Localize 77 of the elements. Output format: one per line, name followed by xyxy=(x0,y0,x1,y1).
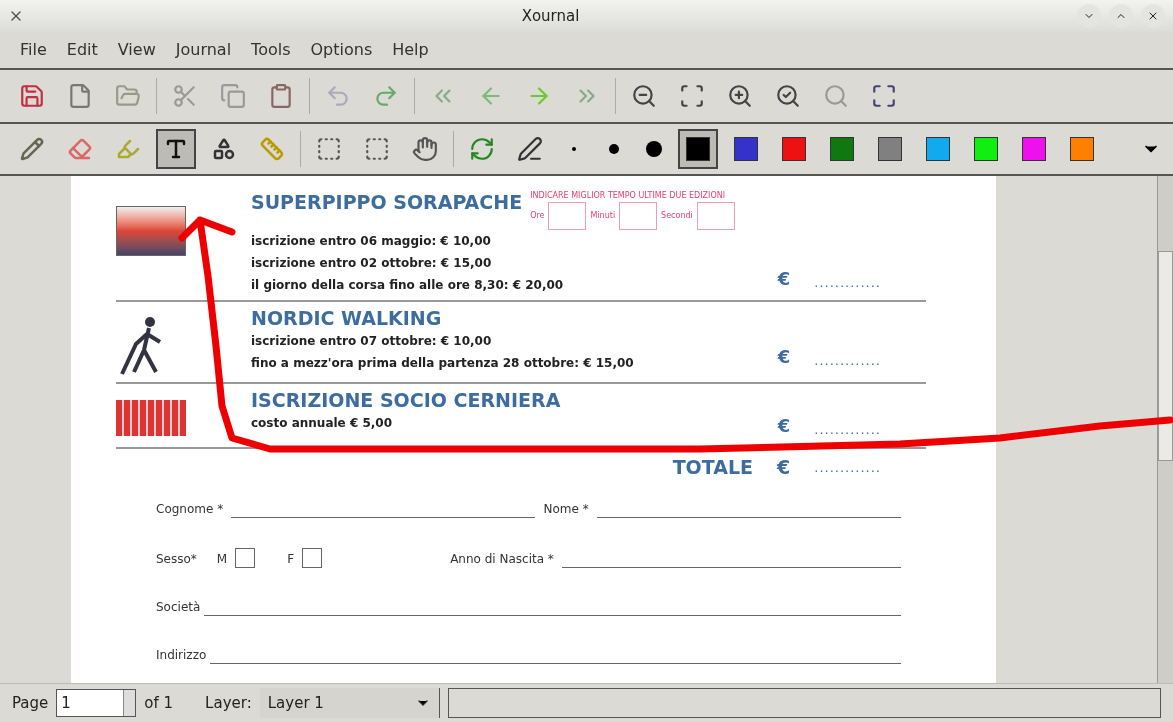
checkbox[interactable] xyxy=(302,547,323,568)
page-count: of 1 xyxy=(144,692,174,714)
field-label: Anno di Nascita * xyxy=(450,550,554,568)
hand-icon xyxy=(412,136,438,162)
price-line: fino a mezz'ora prima della partenza 28 ottobre: € 15,00 xyxy=(251,355,634,372)
text-tool-tool[interactable] xyxy=(156,129,196,169)
field-label: Indirizzo xyxy=(156,646,207,664)
select-rectangle-icon xyxy=(316,136,342,162)
field-label: Nome * xyxy=(543,500,589,518)
checkbox[interactable] xyxy=(235,547,256,568)
menu-item[interactable]: Edit xyxy=(58,38,106,62)
race-logo xyxy=(116,206,186,256)
menu-item[interactable]: Tools xyxy=(243,38,299,62)
highlighter-icon xyxy=(116,137,140,161)
field-label: Cognome * xyxy=(156,500,224,518)
amount-field[interactable]: ............. xyxy=(814,457,881,477)
amount-field[interactable]: ............. xyxy=(814,350,881,370)
time-input[interactable] xyxy=(619,202,658,230)
color-swatch[interactable] xyxy=(678,129,718,169)
menu-item[interactable]: Help xyxy=(384,38,437,62)
club-logo xyxy=(116,400,186,436)
amount-field[interactable]: ............. xyxy=(814,419,881,439)
eraser-icon xyxy=(68,137,92,161)
entry-title: SUPERPIPPO SORAPACHE xyxy=(251,190,523,214)
new-page-icon xyxy=(67,83,93,109)
layer-label: Layer: xyxy=(205,692,252,714)
price-line: iscrizione entro 02 ottobre: € 15,00 xyxy=(251,255,493,272)
euro-sign: € xyxy=(777,267,791,291)
time-label: Ore xyxy=(530,210,545,222)
scrollbar[interactable] xyxy=(1157,176,1173,683)
time-instruction: INDICARE MIGLIOR TEMPO ULTIME DUE EDIZIONI xyxy=(530,190,727,202)
save-icon xyxy=(19,83,45,109)
pen-icon xyxy=(517,136,543,162)
euro-sign: € xyxy=(777,455,791,480)
time-label: Secondi xyxy=(661,210,693,222)
page-label: Page xyxy=(12,692,49,714)
price-line: costo annuale € 5,00 xyxy=(251,415,393,432)
paste-icon xyxy=(268,83,294,109)
menu-item[interactable]: Options xyxy=(302,38,381,62)
entry-title: NORDIC WALKING xyxy=(251,306,442,330)
zoom-icon xyxy=(823,83,849,109)
pencil-icon xyxy=(20,137,44,161)
price-line: iscrizione entro 07 ottobre: € 10,00 xyxy=(251,333,493,350)
entry-title: ISCRIZIONE SOCIO CERNIERA xyxy=(251,388,561,412)
field-label: F xyxy=(287,550,295,568)
amount-field[interactable]: ............. xyxy=(814,272,881,292)
redo-icon xyxy=(373,83,399,109)
euro-sign: € xyxy=(777,345,791,369)
total-label: TOTALE xyxy=(672,455,754,480)
folder-icon xyxy=(115,83,141,109)
time-input[interactable] xyxy=(548,202,587,230)
fullscreen-icon xyxy=(871,83,897,109)
menu-item[interactable]: View xyxy=(109,38,164,62)
copy-icon xyxy=(220,83,246,109)
layer-dropdown[interactable]: Layer 1 xyxy=(259,688,440,718)
text-tool-icon xyxy=(164,137,188,161)
time-input[interactable] xyxy=(696,202,735,230)
price-line: iscrizione entro 06 maggio: € 10,00 xyxy=(251,233,492,250)
undo-icon xyxy=(325,83,351,109)
field-label: Società xyxy=(156,598,201,616)
ruler-icon xyxy=(260,137,284,161)
menu-item[interactable]: Journal xyxy=(167,38,240,62)
shapes-icon xyxy=(212,137,236,161)
field-label: Sesso* xyxy=(156,550,197,568)
refresh-icon xyxy=(469,136,495,162)
window-title: Xournal xyxy=(521,7,580,25)
zoom-in-icon xyxy=(727,83,753,109)
zoom-out-icon xyxy=(631,83,657,109)
euro-sign: € xyxy=(777,414,791,438)
page-spinner[interactable]: 1 xyxy=(56,689,137,717)
price-line: il giorno della corsa fino alle ore 8,30: € 20,00 xyxy=(251,277,564,294)
cut-icon xyxy=(172,83,198,109)
close-icon xyxy=(1147,10,1159,22)
zoom-100-icon xyxy=(775,83,801,109)
menu-item[interactable]: File xyxy=(12,38,55,62)
field-label: M xyxy=(216,550,228,568)
time-label: Minuti xyxy=(590,210,616,222)
